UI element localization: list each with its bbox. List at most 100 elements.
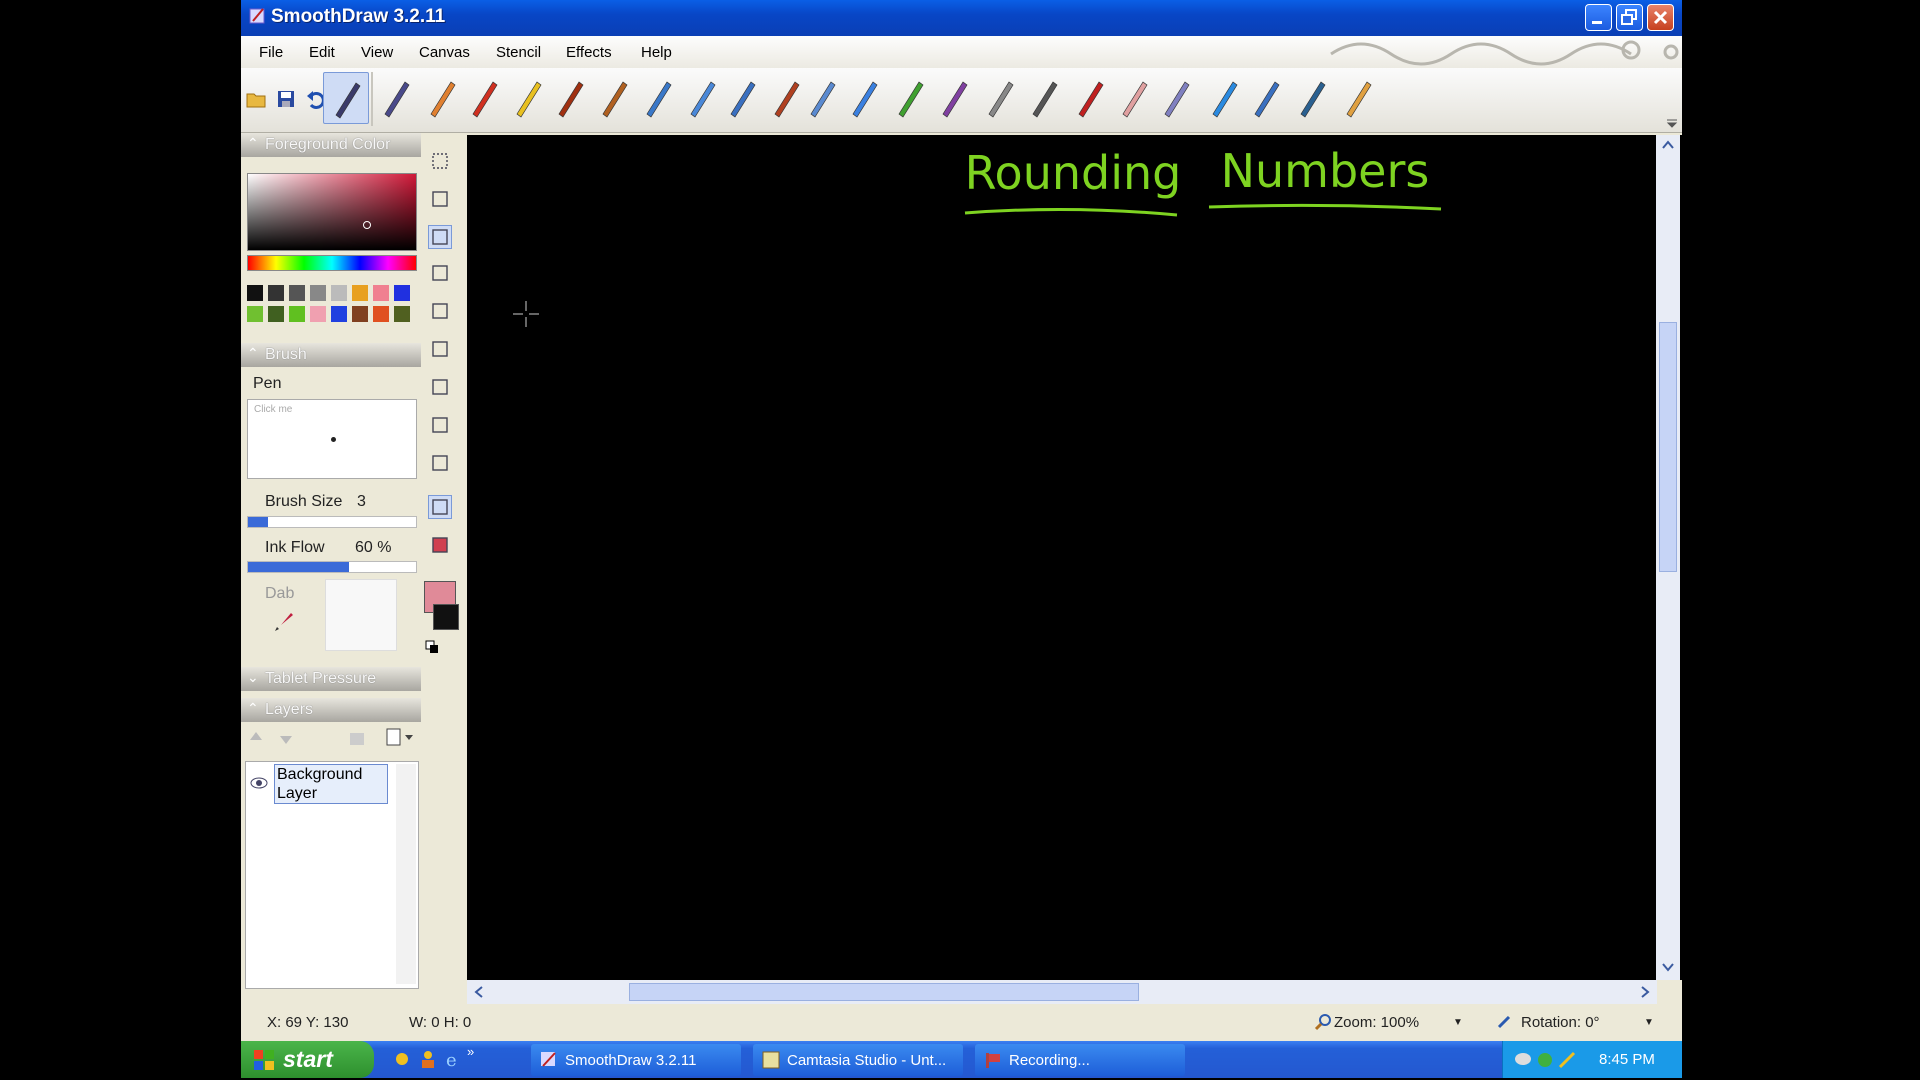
layer-up-icon[interactable]	[247, 729, 265, 747]
quicklaunch-user-icon[interactable]	[417, 1048, 439, 1070]
rock-tool-button[interactable]	[1021, 72, 1067, 124]
title-bar[interactable]: SmoothDraw 3.2.11	[241, 0, 1682, 36]
crayon-tool-button[interactable]	[419, 72, 465, 124]
close-button[interactable]	[1647, 4, 1674, 31]
pen-tool-button[interactable]	[323, 72, 369, 124]
detail-airbrush-tool-button[interactable]	[719, 72, 765, 124]
brush-preview[interactable]: Click me	[247, 399, 417, 479]
dab-preview[interactable]	[325, 579, 397, 651]
maximize-button[interactable]	[1616, 4, 1643, 31]
palette-swatch[interactable]	[289, 285, 305, 301]
palette-swatch[interactable]	[268, 285, 284, 301]
menu-stencil[interactable]: Stencil	[496, 44, 541, 61]
drawing-canvas[interactable]: Rounding Numbers	[467, 135, 1682, 980]
layers-scrollbar[interactable]	[396, 764, 416, 984]
menu-file[interactable]: File	[259, 44, 283, 61]
menu-view[interactable]: View	[361, 44, 393, 61]
scroll-down-icon[interactable]	[1662, 961, 1674, 973]
minimize-button[interactable]	[1585, 4, 1612, 31]
texture-tool-button[interactable]	[977, 72, 1023, 124]
eraser-tool-icon[interactable]	[429, 262, 451, 284]
tray-network-icon[interactable]	[1557, 1050, 1577, 1070]
menu-help[interactable]: Help	[641, 44, 672, 61]
vertical-scrollbar[interactable]	[1656, 135, 1680, 980]
palette-swatch[interactable]	[268, 306, 284, 322]
image-layer-tool-button[interactable]	[1243, 72, 1289, 124]
stamp-tool-button[interactable]	[1067, 72, 1113, 124]
rectangle-icon[interactable]	[428, 495, 452, 519]
hue-slider[interactable]	[247, 255, 417, 271]
tablet-pressure-header[interactable]: ⌄ Tablet Pressure	[241, 667, 421, 691]
quicklaunch-sun-icon[interactable]	[391, 1048, 413, 1070]
record-icon[interactable]	[429, 534, 451, 556]
paintbrush-tool-button[interactable]	[547, 72, 593, 124]
text-icon[interactable]	[429, 376, 451, 398]
flower-tool-button[interactable]	[931, 72, 977, 124]
palette-swatch[interactable]	[373, 285, 389, 301]
watercolor-tool-button[interactable]	[799, 72, 845, 124]
toolbar-overflow-icon[interactable]	[1666, 118, 1678, 128]
eye-visibility-icon[interactable]	[250, 774, 268, 792]
brush-tool-icon[interactable]	[428, 225, 452, 249]
palette-swatch[interactable]	[310, 306, 326, 322]
palette-swatch[interactable]	[352, 306, 368, 322]
palette-swatch[interactable]	[394, 285, 410, 301]
foreground-color-header[interactable]: ⌃ Foreground Color	[241, 133, 421, 157]
new-layer-icon[interactable]	[385, 727, 415, 747]
layer-item-background[interactable]: Background Layer	[274, 764, 388, 804]
eyedropper-icon[interactable]	[429, 414, 451, 436]
rotation-dropdown-icon[interactable]: ▼	[1644, 1017, 1654, 1028]
horizontal-scrollbar[interactable]	[467, 980, 1657, 1004]
vertical-scroll-thumb[interactable]	[1659, 322, 1677, 572]
flat-brush-tool-button[interactable]	[591, 72, 637, 124]
palette-swatch[interactable]	[352, 285, 368, 301]
palette-swatch[interactable]	[247, 306, 263, 322]
select-rect-icon[interactable]	[429, 150, 451, 172]
palette-swatch[interactable]	[331, 285, 347, 301]
horizontal-scroll-thumb[interactable]	[629, 983, 1139, 1001]
pencil-tool-button[interactable]	[373, 72, 419, 124]
finger-tool-button[interactable]	[1335, 72, 1381, 124]
palette-swatch[interactable]	[373, 306, 389, 322]
layers-header[interactable]: ⌃ Layers	[241, 698, 421, 722]
task-recording[interactable]: Recording...	[975, 1044, 1185, 1076]
palette-swatch[interactable]	[331, 306, 347, 322]
palette-swatch[interactable]	[310, 285, 326, 301]
zoom-level[interactable]: Zoom: 100%	[1334, 1014, 1419, 1031]
ink-flow-slider[interactable]	[247, 561, 417, 573]
tray-chat-icon[interactable]	[1513, 1050, 1533, 1070]
scroll-left-icon[interactable]	[473, 986, 485, 998]
highlighter-tool-button[interactable]	[505, 72, 551, 124]
blur-tool-button[interactable]	[841, 72, 887, 124]
palette-swatch[interactable]	[394, 306, 410, 322]
fill-icon[interactable]	[429, 300, 451, 322]
rotation-value[interactable]: Rotation: 0°	[1521, 1014, 1600, 1031]
zoom-dropdown-icon[interactable]: ▼	[1453, 1017, 1463, 1028]
move-icon[interactable]	[429, 188, 451, 210]
tray-q-icon[interactable]	[1535, 1050, 1555, 1070]
quicklaunch-ie-icon[interactable]: e	[443, 1048, 465, 1070]
bucket-icon[interactable]	[429, 338, 451, 360]
delete-layer-icon[interactable]	[347, 729, 367, 747]
start-button[interactable]: start	[241, 1041, 374, 1078]
brush-header[interactable]: ⌃ Brush	[241, 343, 421, 367]
menu-edit[interactable]: Edit	[309, 44, 335, 61]
swap-colors-icon[interactable]	[425, 640, 439, 654]
grass-tool-button[interactable]	[887, 72, 933, 124]
color-picker-square[interactable]	[247, 173, 417, 251]
menu-effects[interactable]: Effects	[566, 44, 612, 61]
image-stamp-tool-button[interactable]	[1289, 72, 1335, 124]
layer-down-icon[interactable]	[277, 729, 295, 747]
scroll-right-icon[interactable]	[1639, 986, 1651, 998]
quicklaunch-more-icon[interactable]: »	[467, 1044, 474, 1059]
dab-brush-icon[interactable]	[271, 609, 297, 635]
hand-icon[interactable]	[429, 452, 451, 474]
water-drop-tool-button[interactable]	[1201, 72, 1247, 124]
color-picker-cursor[interactable]	[363, 221, 371, 229]
palette-swatch[interactable]	[289, 306, 305, 322]
airbrush-tool-button[interactable]	[635, 72, 681, 124]
eraser-tool-button[interactable]	[1111, 72, 1157, 124]
marker-tool-button[interactable]	[461, 72, 507, 124]
save-icon[interactable]	[275, 88, 297, 110]
hard-eraser-tool-button[interactable]	[1153, 72, 1199, 124]
